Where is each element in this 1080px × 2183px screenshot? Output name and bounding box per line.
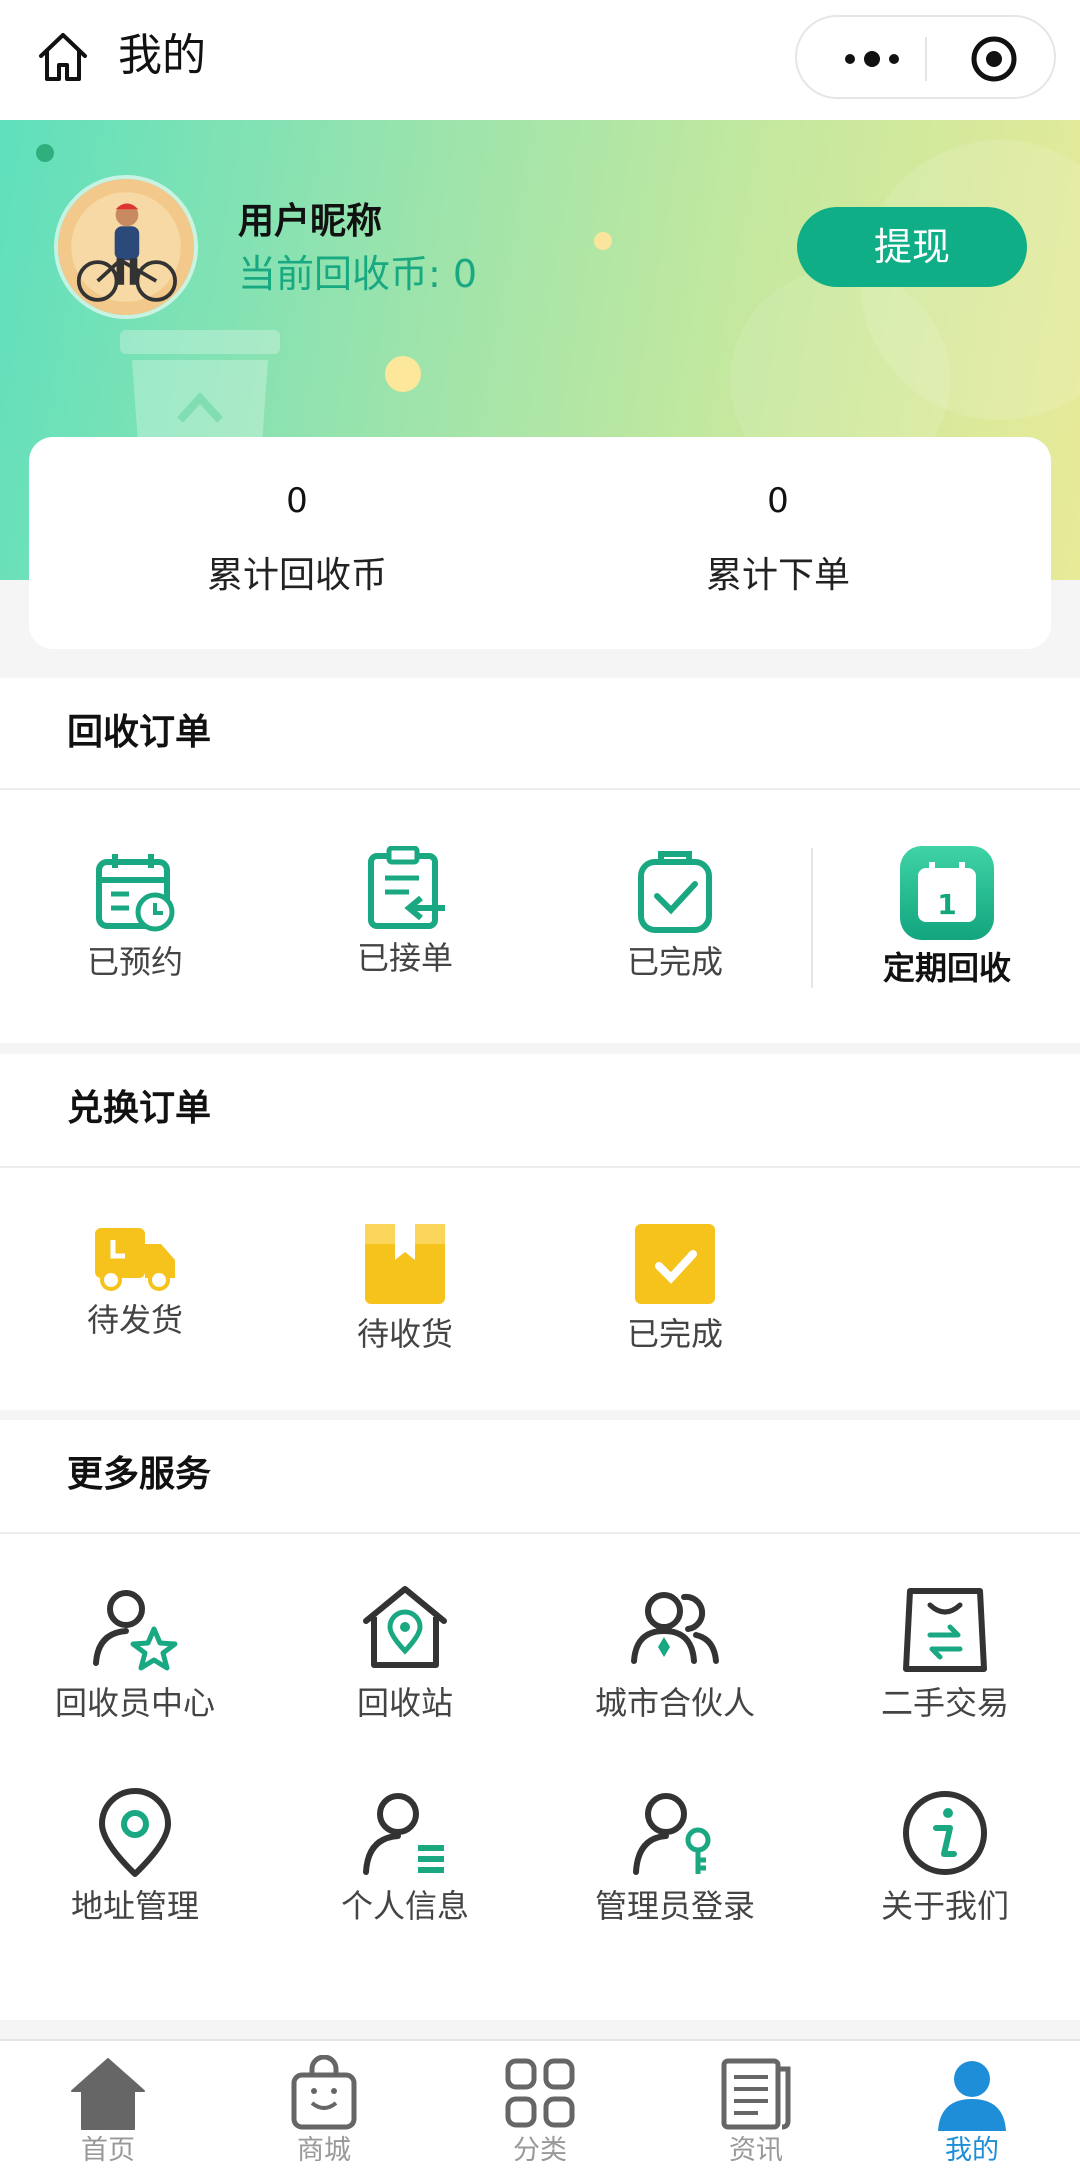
service-city-partner[interactable]: 城市合伙人 xyxy=(540,1585,810,1725)
decor-dot xyxy=(385,356,421,392)
service-label: 个人信息 xyxy=(340,1887,469,1925)
service-label: 管理员登录 xyxy=(594,1887,755,1925)
service-second-hand[interactable]: 二手交易 xyxy=(810,1585,1080,1725)
cyclist-avatar-icon xyxy=(58,179,194,315)
order-label: 已完成 xyxy=(626,943,723,981)
tab-label: 首页 xyxy=(81,2135,135,2166)
service-recycle-station[interactable]: 回收站 xyxy=(270,1585,540,1725)
home-icon[interactable] xyxy=(35,29,91,85)
checkbox-icon xyxy=(635,1224,715,1304)
svg-text:1: 1 xyxy=(937,888,956,921)
section-divider xyxy=(0,1166,1080,1168)
service-admin-login[interactable]: 管理员登录 xyxy=(540,1788,810,1928)
tab-home[interactable]: 首页 xyxy=(0,2055,216,2169)
info-icon xyxy=(903,1791,987,1875)
more-options-icon[interactable] xyxy=(837,37,907,81)
section-title: 更多服务 xyxy=(67,1454,212,1495)
service-label: 回收员中心 xyxy=(54,1684,215,1722)
service-collector-center[interactable]: 回收员中心 xyxy=(0,1585,270,1725)
decor-dot xyxy=(594,232,612,250)
person-key-icon xyxy=(633,1793,711,1875)
order-reserved[interactable]: 已预约 xyxy=(0,850,270,984)
tab-label: 分类 xyxy=(513,2135,567,2166)
service-label: 城市合伙人 xyxy=(594,1684,755,1722)
news-icon xyxy=(721,2058,791,2130)
section-divider xyxy=(0,1532,1080,1534)
shopping-bag-icon xyxy=(903,1588,987,1672)
service-about-us[interactable]: 关于我们 xyxy=(810,1788,1080,1928)
stat-total-orders[interactable]: 0 累计下单 xyxy=(618,477,938,601)
avatar[interactable] xyxy=(54,175,198,319)
grid-icon xyxy=(505,2058,575,2128)
home-icon xyxy=(71,2058,145,2130)
decor-dot xyxy=(36,144,54,162)
order-label: 已预约 xyxy=(86,943,183,981)
order-label: 待收货 xyxy=(356,1315,453,1353)
shopping-bag-icon xyxy=(291,2055,357,2130)
service-label: 二手交易 xyxy=(880,1684,1009,1722)
stat-total-coins[interactable]: 0 累计回收币 xyxy=(137,477,457,601)
order-label: 已接单 xyxy=(356,939,453,977)
tab-mine[interactable]: 我的 xyxy=(864,2055,1080,2169)
exchange-to-ship[interactable]: 待发货 xyxy=(0,1222,270,1342)
service-address-management[interactable]: 地址管理 xyxy=(0,1788,270,1928)
order-label: 定期回收 xyxy=(882,949,1011,987)
stat-label: 累计下单 xyxy=(705,555,850,596)
person-star-icon xyxy=(93,1590,178,1671)
stat-label: 累计回收币 xyxy=(206,555,387,596)
tab-label: 商城 xyxy=(297,2135,351,2166)
order-label: 已完成 xyxy=(626,1315,723,1353)
stat-value: 0 xyxy=(286,481,308,521)
service-personal-info[interactable]: 个人信息 xyxy=(270,1788,540,1928)
tab-mall[interactable]: 商城 xyxy=(216,2055,432,2169)
order-label: 待发货 xyxy=(86,1301,183,1339)
truck-icon xyxy=(95,1228,175,1291)
service-label: 关于我们 xyxy=(880,1887,1009,1925)
service-label: 地址管理 xyxy=(70,1887,199,1925)
top-navigation-bar: 我的 xyxy=(0,0,1080,120)
capsule-divider xyxy=(925,37,927,81)
stats-card: 0 累计回收币 0 累计下单 xyxy=(29,437,1051,649)
location-pin-icon xyxy=(99,1788,171,1877)
user-nickname: 用户昵称 xyxy=(238,201,383,242)
clipboard-check-icon xyxy=(638,851,712,933)
scheduled-recycle[interactable]: 1 定期回收 xyxy=(812,846,1080,990)
partners-icon xyxy=(631,1592,719,1664)
close-miniprogram-icon[interactable] xyxy=(969,34,1019,84)
tab-category[interactable]: 分类 xyxy=(432,2055,648,2169)
package-icon xyxy=(365,1224,445,1304)
house-location-icon xyxy=(363,1586,447,1668)
user-icon xyxy=(938,2061,1006,2131)
calendar-clock-icon xyxy=(96,854,175,932)
menu-capsule xyxy=(795,15,1056,99)
bottom-tab-bar: 首页 商城 分类 资讯 我的 xyxy=(0,2039,1080,2183)
stat-value: 0 xyxy=(767,481,789,521)
exchange-to-receive[interactable]: 待收货 xyxy=(270,1222,540,1356)
person-list-icon xyxy=(363,1793,444,1875)
tab-news[interactable]: 资讯 xyxy=(648,2055,864,2169)
section-title: 回收订单 xyxy=(67,712,212,753)
tab-label: 我的 xyxy=(945,2135,999,2166)
tab-label: 资讯 xyxy=(729,2135,783,2166)
order-accepted[interactable]: 已接单 xyxy=(270,846,540,980)
service-label: 回收站 xyxy=(356,1684,453,1722)
section-divider xyxy=(0,788,1080,790)
section-title: 兑换订单 xyxy=(67,1088,212,1129)
page-title: 我的 xyxy=(118,30,206,81)
current-coin-balance: 当前回收币: 0 xyxy=(238,252,478,296)
order-completed[interactable]: 已完成 xyxy=(540,850,810,984)
clipboard-return-icon xyxy=(368,846,445,929)
withdraw-button[interactable]: 提现 xyxy=(797,207,1027,287)
calendar-one-icon: 1 xyxy=(900,846,994,940)
exchange-completed[interactable]: 已完成 xyxy=(540,1222,810,1356)
